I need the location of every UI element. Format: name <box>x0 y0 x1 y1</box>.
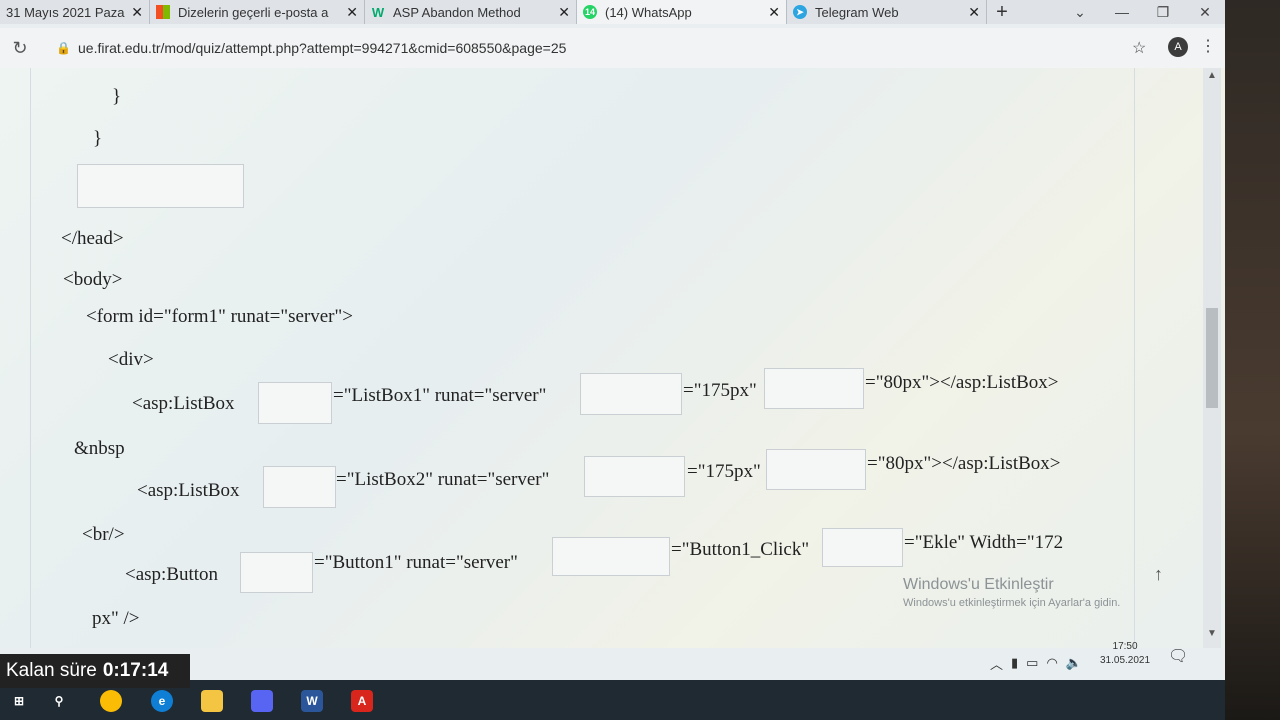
code-line: <div> <box>108 349 154 370</box>
close-icon[interactable]: ✕ <box>768 4 780 21</box>
tab-title: (14) WhatsApp <box>605 4 692 20</box>
activation-watermark-subtitle: Windows'u etkinleştirmek için Ayarlar'a … <box>903 597 1121 609</box>
reload-icon[interactable]: ↻ <box>0 38 40 59</box>
clock-date: 31.05.2021 <box>1100 655 1151 666</box>
code-line: ="Button1_Click" <box>671 539 810 560</box>
answer-blank[interactable] <box>240 552 313 593</box>
usb-icon[interactable]: ▮ <box>1011 655 1018 671</box>
tab-email-validation[interactable]: Dizelerin geçerli e-posta a ✕ <box>150 0 365 24</box>
back-to-top-icon[interactable]: ↑ <box>1154 564 1163 585</box>
answer-blank[interactable] <box>766 449 866 490</box>
code-line: <asp:ListBox <box>137 480 240 501</box>
timer-value: 0:17:14 <box>102 660 169 681</box>
code-line: ="80px"></asp:ListBox> <box>867 453 1061 474</box>
code-line: <asp:ListBox <box>132 393 235 414</box>
lock-icon[interactable]: 🔒 <box>56 41 72 55</box>
wifi-icon[interactable]: ◠ <box>1046 655 1057 671</box>
close-icon[interactable]: ✕ <box>131 4 143 21</box>
code-line: } <box>112 86 122 107</box>
battery-icon[interactable]: ▭ <box>1026 655 1038 671</box>
answer-blank[interactable] <box>552 537 670 576</box>
answer-blank[interactable] <box>584 456 685 497</box>
file-explorer-icon[interactable] <box>201 690 223 712</box>
answer-blank[interactable] <box>77 164 244 208</box>
system-tray: ︿ ▮ ▭ ◠ 🔈 <box>990 648 1082 678</box>
menu-icon[interactable]: ⋮ <box>1200 36 1216 56</box>
pdf-icon[interactable]: A <box>351 690 373 712</box>
volume-icon[interactable]: 🔈 <box>1066 655 1082 671</box>
timer-label: Kalan süre <box>6 660 97 681</box>
scroll-up-icon[interactable]: ▲ <box>1207 70 1217 81</box>
code-line: ="Ekle" Width="172 <box>904 532 1064 553</box>
word-icon[interactable]: W <box>301 690 323 712</box>
screen: 31 Mayıs 2021 Pazar ✕ Dizelerin geçerli … <box>0 0 1225 720</box>
scroll-down-icon[interactable]: ▼ <box>1207 628 1217 639</box>
page-content: } } </head> <body> <form id="form1" runa… <box>0 68 1225 648</box>
quiz-timer: Kalan süre 0:17:14 <box>0 654 190 688</box>
code-line: ="ListBox2" runat="server" <box>336 469 550 490</box>
code-line: <body> <box>63 269 123 290</box>
telegram-icon: ➤ <box>793 5 807 19</box>
tab-title: 31 Mayıs 2021 Pazar <box>6 4 126 20</box>
minimize-icon[interactable]: — <box>1102 0 1142 24</box>
code-line: } <box>93 128 103 149</box>
close-icon[interactable]: ✕ <box>558 4 570 21</box>
tab-strip: 31 Mayıs 2021 Pazar ✕ Dizelerin geçerli … <box>0 0 1225 24</box>
chrome-icon[interactable] <box>100 690 122 712</box>
page-scrollbar[interactable]: ▲ ▼ <box>1203 68 1221 648</box>
notification-icon[interactable]: 🗨 <box>1168 646 1188 666</box>
discord-icon[interactable] <box>251 690 273 712</box>
code-line: </head> <box>61 228 124 249</box>
code-line: px" /> <box>92 608 140 629</box>
code-line: ="Button1" runat="server" <box>314 552 518 573</box>
activation-watermark-title: Windows'u Etkinleştir <box>903 576 1054 593</box>
code-line: &nbsp <box>74 438 125 459</box>
close-icon[interactable]: ✕ <box>968 4 980 21</box>
tab-whatsapp[interactable]: 14 (14) WhatsApp ✕ <box>577 0 787 24</box>
tab-calendar[interactable]: 31 Mayıs 2021 Pazar ✕ <box>0 0 150 24</box>
window-close-icon[interactable]: ✕ <box>1185 0 1225 24</box>
tab-title: Telegram Web <box>815 4 899 20</box>
answer-blank[interactable] <box>580 373 682 415</box>
microsoft-icon <box>156 5 170 19</box>
chevron-up-icon[interactable]: ︿ <box>990 654 1003 673</box>
url-field[interactable]: ue.firat.edu.tr/mod/quiz/attempt.php?att… <box>78 40 566 56</box>
edge-icon[interactable]: e <box>151 690 173 712</box>
answer-blank[interactable] <box>764 368 864 409</box>
search-icon[interactable]: ⚲ <box>48 690 70 712</box>
scroll-thumb[interactable] <box>1206 308 1218 408</box>
restore-icon[interactable]: ❐ <box>1143 0 1183 24</box>
code-line: <asp:Button <box>125 564 219 585</box>
answer-blank[interactable] <box>263 466 336 508</box>
tab-title: Dizelerin geçerli e-posta a <box>178 4 329 20</box>
system-clock[interactable]: 17:50 31.05.2021 <box>1100 640 1150 668</box>
avatar[interactable]: A <box>1168 37 1188 57</box>
desk-background <box>1225 0 1280 720</box>
whatsapp-icon: 14 <box>583 5 597 19</box>
tab-asp-abandon[interactable]: W ASP Abandon Method ✕ <box>365 0 577 24</box>
code-line: <form id="form1" runat="server"> <box>86 306 353 327</box>
close-icon[interactable]: ✕ <box>346 4 358 21</box>
w3schools-icon: W <box>371 4 385 20</box>
start-icon[interactable]: ⊞ <box>8 690 30 712</box>
tab-telegram[interactable]: ➤ Telegram Web ✕ <box>787 0 987 24</box>
code-line: ="80px"></asp:ListBox> <box>865 372 1059 393</box>
bookmark-star-icon[interactable]: ☆ <box>1132 38 1146 58</box>
code-line: ="ListBox1" runat="server" <box>333 385 547 406</box>
answer-blank[interactable] <box>258 382 332 424</box>
tab-search-icon[interactable]: ⌄ <box>1060 0 1100 24</box>
address-bar: ↻ 🔒 ue.firat.edu.tr/mod/quiz/attempt.php… <box>0 28 1225 68</box>
answer-blank[interactable] <box>822 528 903 567</box>
code-line: ="175px" <box>683 380 757 401</box>
code-line: ="175px" <box>687 461 761 482</box>
code-line: <br/> <box>82 524 125 545</box>
new-tab-button[interactable]: + <box>987 0 1017 24</box>
clock-time: 17:50 <box>1112 641 1138 652</box>
tab-title: ASP Abandon Method <box>393 4 521 20</box>
